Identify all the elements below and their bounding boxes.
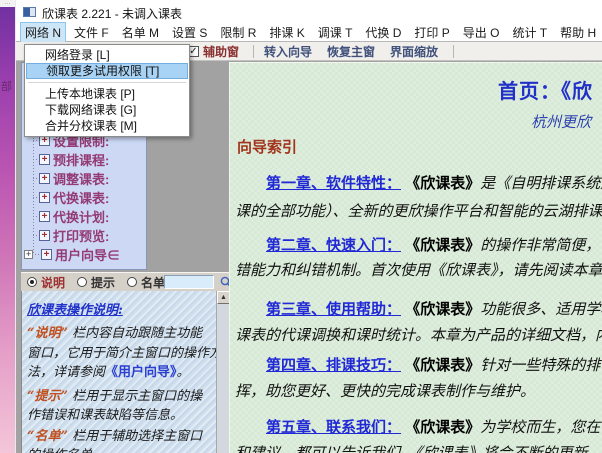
menu-item-claim-trial-rights[interactable]: 领取更多试用权限 [T] <box>26 63 188 79</box>
menubar-item-file[interactable]: 文件 F <box>69 22 114 43</box>
tree-node-icon[interactable]: + <box>39 211 50 222</box>
scroll-up-icon[interactable]: ▲ <box>217 291 229 304</box>
radio-tishi[interactable] <box>77 277 87 287</box>
chapter-4-line2: 挥，助您更好、更快的完成课表制作与维护。 <box>235 380 535 401</box>
chapter-2-line1: 第二章、快速入门： 《欣课表》的操作非常简便， <box>266 234 600 255</box>
menu-item-download-network-timetable[interactable]: 下载网络课表 [G] <box>26 102 188 118</box>
chapter-2-link[interactable]: 第二章、快速入门： <box>266 237 401 254</box>
app-icon <box>23 7 36 17</box>
description-panel: 欣课表操作说明: “说明” 栏内容自动跟随主功能 窗口，它用于简介主窗口的操作方… <box>21 291 229 453</box>
menubar-item-substitute[interactable]: 代换 D <box>360 22 406 43</box>
window-title: 欣课表 2.221 - 未调入课表 <box>42 5 182 22</box>
tab-tishi-label[interactable]: 提示 <box>91 274 115 291</box>
menu-separator <box>28 82 186 83</box>
tree-node-icon[interactable]: + <box>39 173 50 184</box>
menubar-item-settings[interactable]: 设置 S <box>167 22 212 43</box>
menubar-item-export[interactable]: 导出 O <box>458 22 505 43</box>
menu-bar: 网络 N 文件 F 名单 M 设置 S 限制 R 排课 K 调课 T 代换 D … <box>16 23 602 42</box>
tree-expand-icon[interactable]: + <box>24 250 33 259</box>
search-input[interactable] <box>164 275 214 289</box>
chapter-5-link[interactable]: 第五章、联系我们： <box>266 419 401 436</box>
tree-item-substitute-timetable[interactable]: + 代换课表: <box>22 189 109 205</box>
panel-text-line: 作错误和课表缺陷等信息。 <box>27 404 217 423</box>
chapter-1-link[interactable]: 第一章、软件特性： <box>266 175 401 192</box>
menubar-item-roster[interactable]: 名单 M <box>117 22 164 43</box>
panel-text-line: 法，详请参阅《用户向导》。 <box>27 361 217 380</box>
menubar-item-limits[interactable]: 限制 R <box>215 22 261 43</box>
menubar-item-scheduling[interactable]: 排课 K <box>264 22 309 43</box>
background-dots: … <box>0 0 15 7</box>
menubar-item-statistics[interactable]: 统计 T <box>507 22 552 43</box>
menubar-item-print[interactable]: 打印 P <box>409 22 454 43</box>
panel-heading[interactable]: 欣课表操作说明: <box>27 299 217 318</box>
tab-mingdan-label[interactable]: 名单 <box>141 274 165 291</box>
panel-text-line: “提示” 栏用于显示主窗口的操 <box>27 385 217 404</box>
tree-node-icon[interactable]: + <box>39 192 50 203</box>
screen: … 部 欣课表 2.221 - 未调入课表 网络 N 文件 F 名单 M 设置 … <box>0 0 602 453</box>
network-menu-dropdown: 网络登录 [L] 领取更多试用权限 [T] 上传本地课表 [P] 下载网络课表 … <box>24 44 190 137</box>
tree-node-icon[interactable]: + <box>39 154 50 165</box>
panel-scrollbar[interactable]: ▲ <box>216 291 229 453</box>
menubar-item-network[interactable]: 网络 N <box>20 22 66 43</box>
panel-text-line: “说明” 栏内容自动跟随主功能 <box>27 322 217 341</box>
tab-shuoming-label[interactable]: 说明 <box>41 274 65 291</box>
title-bar: 欣课表 2.221 - 未调入课表 <box>16 0 602 23</box>
user-guide-link[interactable]: 《用户向导》 <box>105 364 177 379</box>
panel-text-line: 窗口，它用于简介主窗口的操作方 <box>27 342 217 361</box>
chapter-5-line1: 第五章、联系我们： 《欣课表》为学校而生，您在使 <box>266 416 602 437</box>
chapter-4-line1: 第四章、排课技巧： 《欣课表》针对一些特殊的排课 <box>266 354 602 375</box>
menu-item-merge-campus-timetable[interactable]: 合并分校课表 [M] <box>26 118 188 134</box>
chapter-1-line1: 第一章、软件特性： 《欣课表》是《自明排课系统》 <box>266 172 602 193</box>
toolbar-separator <box>253 45 254 58</box>
restore-main-button[interactable]: 恢复主窗 <box>327 43 375 60</box>
main-content: 首页：《欣 杭州更欣 向导索引 第一章、软件特性： 《欣课表》是《自明排课系统》… <box>229 62 602 453</box>
radio-mingdan[interactable] <box>127 277 137 287</box>
wizard-index-label: 向导索引 <box>237 136 297 157</box>
chapter-1-line2: 课的全部功能）、全新的更欣操作平台和智能的云湖排课 <box>235 200 602 221</box>
chapter-3-link[interactable]: 第三章、使用帮助： <box>266 301 401 318</box>
panel-text-line: “名单” 栏用于辅助选择主窗口 <box>27 425 217 444</box>
chapter-3-line1: 第三章、使用帮助： 《欣课表》功能很多、适用学校 <box>266 298 602 319</box>
tree-node-icon[interactable]: + <box>41 249 52 260</box>
app-window: 欣课表 2.221 - 未调入课表 网络 N 文件 F 名单 M 设置 S 限制… <box>15 0 602 453</box>
chapter-4-link[interactable]: 第四章、排课技巧： <box>266 357 401 374</box>
chapter-3-line2: 课表的代课调换和课时统计。本章为产品的详细文档，内 <box>235 324 602 345</box>
tree-node-icon[interactable]: + <box>39 230 50 241</box>
tree-item-adjust-timetable[interactable]: + 调整课表: <box>22 170 109 186</box>
to-wizard-button[interactable]: 转入向导 <box>264 43 312 60</box>
home-page-title: 首页：《欣 <box>498 75 593 104</box>
tree-item-prearrange-courses[interactable]: + 预排课程: <box>22 151 109 167</box>
chapter-2-line2: 错能力和纠错机制。首次使用《欣课表》，请先阅读本章 <box>235 259 602 280</box>
tree-item-print-preview[interactable]: + 打印预览: <box>22 227 109 243</box>
assist-window-label[interactable]: 辅助窗 <box>203 43 239 60</box>
helper-tab-bar: 说明 提示 名单 <box>21 272 229 291</box>
menubar-item-adjust-class[interactable]: 调课 T <box>313 22 358 43</box>
tree-item-user-guide[interactable]: + + 用户向导∈ <box>22 246 120 262</box>
menu-item-network-login[interactable]: 网络登录 [L] <box>26 47 188 63</box>
menu-item-upload-local-timetable[interactable]: 上传本地课表 [P] <box>26 86 188 102</box>
home-subtitle: 杭州更欣 <box>531 111 591 132</box>
menubar-item-help[interactable]: 帮助 H <box>555 22 601 43</box>
ui-zoom-button[interactable]: 界面缩放 <box>390 43 438 60</box>
chapter-5-line2: 和建议，都可以告诉我们。《欣课表》将会不断的更新， <box>235 442 602 453</box>
tree-item-substitute-plan[interactable]: + 代换计划: <box>22 208 109 224</box>
toolbar-separator <box>453 45 454 58</box>
radio-shuoming[interactable] <box>27 277 37 287</box>
panel-text-line: 的操作名单 <box>27 444 217 453</box>
background-window-strip: … 部 <box>0 0 15 453</box>
background-glyph: 部 <box>1 78 12 94</box>
